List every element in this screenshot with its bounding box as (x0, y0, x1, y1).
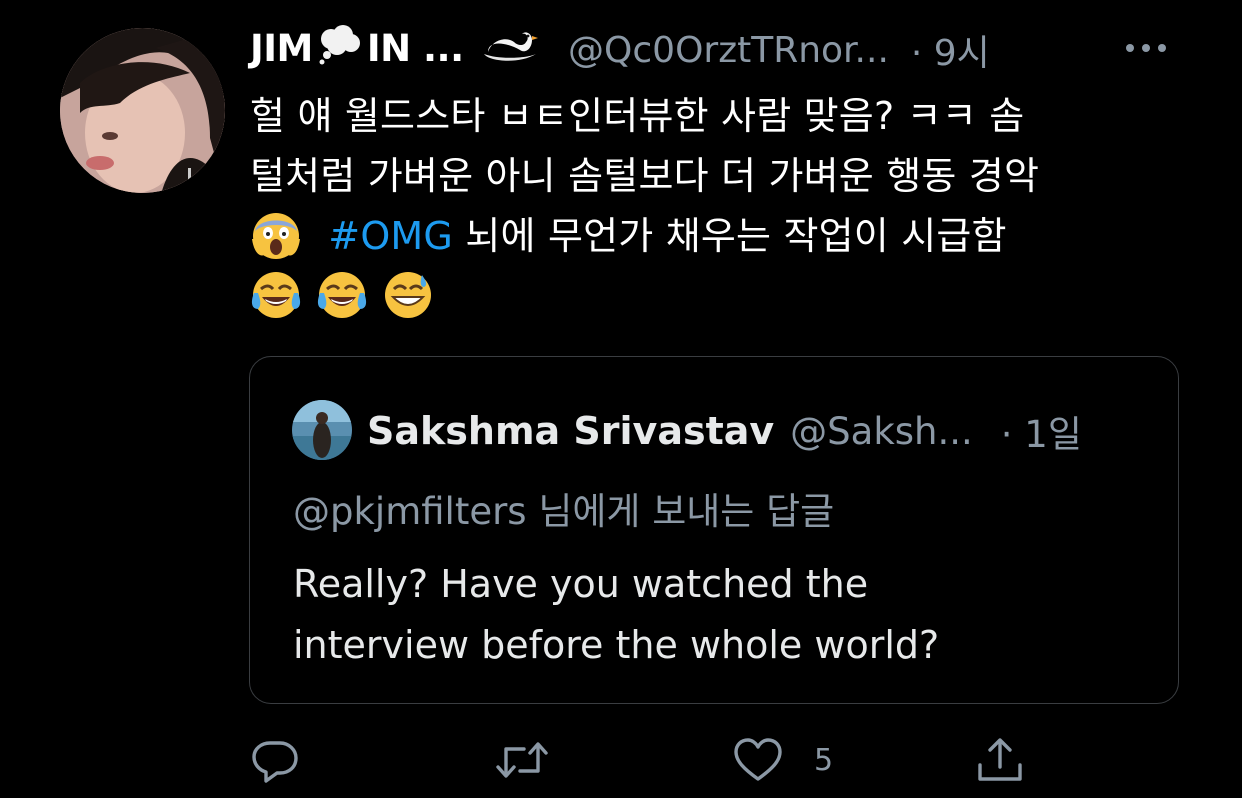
share-button[interactable] (976, 732, 1024, 788)
retweet-icon (495, 735, 549, 785)
hashtag-link[interactable]: #OMG (328, 214, 453, 258)
thought-balloon-icon (317, 24, 363, 76)
tweet-timestamp[interactable]: · 9시 (911, 24, 990, 76)
retweet-button[interactable] (495, 732, 549, 788)
quoted-author-handle[interactable]: @Saksh... (790, 410, 973, 453)
author-handle[interactable]: @Qc0OrztTRnor... (568, 30, 889, 71)
tweet-header: JIM IN ... @Qc0OrztTRnor... · 9시 (250, 24, 990, 76)
quoted-author-avatar[interactable] (292, 400, 352, 460)
like-button[interactable]: 5 (732, 732, 833, 788)
face-with-tears-of-joy-icon (316, 269, 368, 321)
share-icon (976, 735, 1024, 785)
like-icon (732, 735, 784, 785)
face-screaming-icon (250, 209, 302, 261)
tweet-text-line: 헐 얘 월드스타 ㅂㅌ인터뷰한 사람 맞음? ㅋㅋ 솜 (250, 94, 1025, 138)
swan-icon (480, 26, 542, 75)
quoted-tweet-timestamp[interactable]: · 1일 (1001, 404, 1082, 458)
quoted-text-line: interview before the whole world? (293, 623, 940, 667)
quoted-tweet-header: Sakshma Srivastav @Saksh... · 1일 (367, 403, 1082, 459)
reply-button[interactable] (250, 732, 300, 788)
author-avatar[interactable] (60, 28, 225, 193)
like-count: 5 (814, 742, 834, 778)
tweet-text-line: #OMG 뇌에 무언가 채우는 작업이 시급함 (250, 206, 1200, 266)
grinning-face-with-sweat-icon (382, 269, 434, 321)
more-options-icon[interactable] (1118, 38, 1178, 58)
emoji-line (250, 266, 1200, 326)
reply-context: @pkjmfilters 님에게 보내는 답글 (293, 490, 835, 533)
tweet-text-segment: 뇌에 무언가 채우는 작업이 시급함 (465, 214, 1007, 258)
quoted-text-line: Really? Have you watched the (293, 562, 869, 606)
tweet-text: 헐 얘 월드스타 ㅂㅌ인터뷰한 사람 맞음? ㅋㅋ 솜 털처럼 가벼운 아니 솜… (250, 86, 1200, 326)
reply-icon (250, 735, 300, 785)
action-bar: 5 (0, 732, 1242, 788)
quoted-tweet-text: Really? Have you watched the interview b… (293, 554, 1153, 676)
face-with-tears-of-joy-icon (250, 269, 302, 321)
quoted-tweet-card[interactable]: Sakshma Srivastav @Saksh... · 1일 @pkjmfi… (249, 356, 1179, 704)
tweet-text-line: 털처럼 가벼운 아니 솜털보다 더 가벼운 행동 경악 (250, 154, 1040, 198)
quoted-author-name[interactable]: Sakshma Srivastav (367, 409, 774, 453)
author-name[interactable]: JIM IN ... (250, 24, 546, 76)
